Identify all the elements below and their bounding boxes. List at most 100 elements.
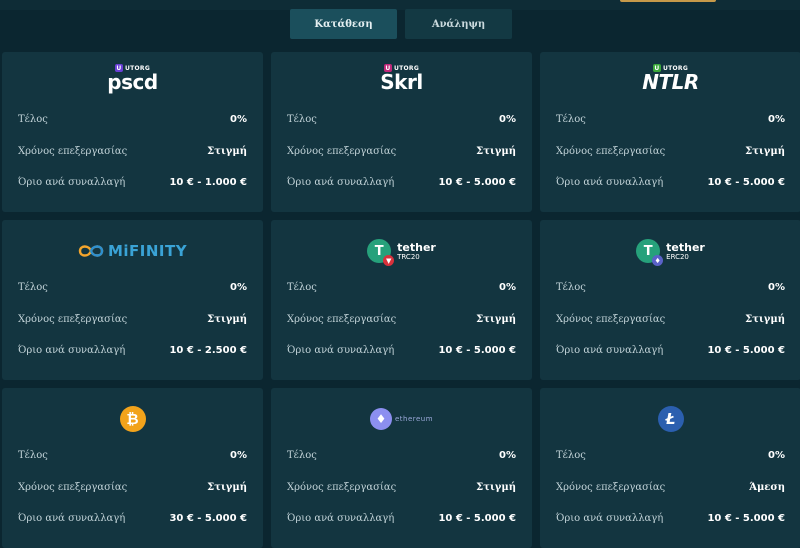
payment-method-card[interactable]: ♦ ethereum Τέλος 0% Χρόνος επεξεργασίας Στ… — [271, 388, 532, 548]
payment-logo: U UTORG NTLR — [540, 52, 800, 104]
payment-logo: ₿ — [2, 388, 263, 450]
processing-time-label: Χρόνος επεξεργασίας — [287, 482, 397, 493]
payment-logo: T ▼ tether TRC20 — [271, 220, 532, 282]
fee-value: 0% — [230, 450, 247, 461]
brand-name: MiFINITY — [107, 242, 188, 260]
limit-value: 10 € - 5.000 € — [438, 177, 516, 188]
payment-logo: MiFINITY — [2, 220, 263, 282]
limit-value: 10 € - 5.000 € — [707, 177, 785, 188]
limit-value: 10 € - 5.000 € — [438, 513, 516, 524]
fee-value: 0% — [499, 450, 516, 461]
fee-label: Τέλος — [18, 114, 48, 125]
brand-name: Skrl — [380, 70, 423, 94]
fee-value: 0% — [768, 282, 785, 293]
tether-erc20-logo: T ♦ tether ERC20 — [636, 239, 705, 266]
limit-value: 10 € - 5.000 € — [707, 513, 785, 524]
processing-time-label: Χρόνος επεξεργασίας — [556, 314, 666, 325]
tab-withdraw[interactable]: Ανάληψη — [405, 9, 512, 39]
limit-label: Όριο ανά συναλλαγή — [18, 513, 126, 524]
payment-method-card[interactable]: T ▼ tether TRC20 Τέλος 0% Χρόνος επεξεργασ… — [271, 220, 532, 380]
fee-label: Τέλος — [18, 282, 48, 293]
fee-label: Τέλος — [287, 282, 317, 293]
brand-name: tether — [666, 240, 705, 254]
limit-label: Όριο ανά συναλλαγή — [18, 345, 126, 356]
fee-label: Τέλος — [287, 114, 317, 125]
payment-method-card[interactable]: MiFINITY Τέλος 0% Χρόνος επεξεργασίας Στιγ… — [2, 220, 263, 380]
limit-label: Όριο ανά συναλλαγή — [287, 177, 395, 188]
payment-method-card[interactable]: Ł Τέλος 0% Χρόνος επεξεργασίας Άμεση Όριο … — [540, 388, 800, 548]
processing-time-label: Χρόνος επεξεργασίας — [287, 146, 397, 157]
fee-label: Τέλος — [287, 450, 317, 461]
limit-label: Όριο ανά συναλλαγή — [556, 513, 664, 524]
ethereum-icon: ♦ — [369, 408, 392, 430]
processing-time-label: Χρόνος επεξεργασίας — [556, 482, 666, 493]
limit-value: 10 € - 5.000 € — [438, 345, 516, 356]
brand-name: NTLR — [642, 70, 699, 94]
payment-logo: ♦ ethereum — [271, 388, 532, 450]
litecoin-icon: Ł — [657, 406, 684, 432]
processing-time-value: Στιγμή — [476, 482, 516, 493]
tether-trc20-logo: T ▼ tether TRC20 — [367, 239, 436, 266]
infinity-icon — [78, 245, 104, 257]
payment-logo: T ♦ tether ERC20 — [540, 220, 800, 282]
ethereum-logo: ♦ ethereum — [369, 408, 434, 430]
tab-deposit[interactable]: Κατάθεση — [290, 9, 397, 39]
network-name: ERC20 — [666, 252, 689, 261]
tether-icon: T ▼ — [367, 239, 395, 266]
payment-methods-grid: U UTORG pscd Τέλος 0% Χρόνος επεξεργασίας Σ… — [2, 52, 800, 548]
payment-method-card[interactable]: U UTORG pscd Τέλος 0% Χρόνος επεξεργασίας Σ… — [2, 52, 263, 212]
tether-icon: T ♦ — [636, 239, 664, 266]
network-name: TRC20 — [397, 252, 420, 261]
processing-time-value: Στιγμή — [207, 482, 247, 493]
fee-value: 0% — [499, 282, 516, 293]
fee-label: Τέλος — [556, 282, 586, 293]
brand-name: ethereum — [394, 415, 434, 423]
processing-time-value: Στιγμή — [745, 146, 785, 157]
payment-method-card[interactable]: U UTORG Skrl Τέλος 0% Χρόνος επεξεργασίας Σ… — [271, 52, 532, 212]
payment-tabs: Κατάθεση Ανάληψη — [290, 9, 512, 39]
processing-time-label: Χρόνος επεξεργασίας — [556, 146, 666, 157]
bitcoin-icon: ₿ — [119, 406, 146, 432]
payment-method-card[interactable]: T ♦ tether ERC20 Τέλος 0% Χρόνος επεξεργασ… — [540, 220, 800, 380]
limit-label: Όριο ανά συναλλαγή — [287, 345, 395, 356]
processing-time-value: Άμεση — [749, 482, 785, 493]
payment-method-card[interactable]: ₿ Τέλος 0% Χρόνος επεξεργασίας Στιγμή Όριο… — [2, 388, 263, 548]
limit-value: 10 € - 1.000 € — [169, 177, 247, 188]
fee-label: Τέλος — [556, 450, 586, 461]
payment-logo: U UTORG pscd — [2, 52, 263, 104]
processing-time-value: Στιγμή — [476, 314, 516, 325]
payment-method-card[interactable]: U UTORG NTLR Τέλος 0% Χρόνος επεξεργασίας Σ… — [540, 52, 800, 212]
utorg-skrl-logo: U UTORG Skrl — [380, 64, 423, 94]
processing-time-value: Στιγμή — [207, 146, 247, 157]
limit-value: 10 € - 5.000 € — [707, 345, 785, 356]
limit-label: Όριο ανά συναλλαγή — [287, 513, 395, 524]
limit-value: 30 € - 5.000 € — [169, 513, 247, 524]
fee-label: Τέλος — [18, 450, 48, 461]
brand-name: pscd — [107, 70, 158, 94]
processing-time-value: Στιγμή — [476, 146, 516, 157]
processing-time-value: Στιγμή — [745, 314, 785, 325]
fee-value: 0% — [768, 114, 785, 125]
fee-value: 0% — [499, 114, 516, 125]
utorg-ntlr-logo: U UTORG NTLR — [642, 64, 699, 94]
utorg-pscd-logo: U UTORG pscd — [107, 64, 158, 94]
limit-label: Όριο ανά συναλλαγή — [556, 345, 664, 356]
processing-time-label: Χρόνος επεξεργασίας — [18, 482, 128, 493]
tron-icon: ▼ — [383, 255, 395, 266]
processing-time-label: Χρόνος επεξεργασίας — [18, 314, 128, 325]
payment-logo: U UTORG Skrl — [271, 52, 532, 104]
top-accent-bar — [620, 0, 716, 2]
fee-value: 0% — [768, 450, 785, 461]
brand-name: tether — [397, 240, 436, 254]
limit-label: Όριο ανά συναλλαγή — [18, 177, 126, 188]
limit-label: Όριο ανά συναλλαγή — [556, 177, 664, 188]
fee-label: Τέλος — [556, 114, 586, 125]
ethereum-small-icon: ♦ — [652, 255, 664, 266]
limit-value: 10 € - 2.500 € — [169, 345, 247, 356]
processing-time-value: Στιγμή — [207, 314, 247, 325]
processing-time-label: Χρόνος επεξεργασίας — [287, 314, 397, 325]
processing-time-label: Χρόνος επεξεργασίας — [18, 146, 128, 157]
mifinity-logo: MiFINITY — [78, 242, 187, 260]
fee-value: 0% — [230, 114, 247, 125]
payment-logo: Ł — [540, 388, 800, 450]
